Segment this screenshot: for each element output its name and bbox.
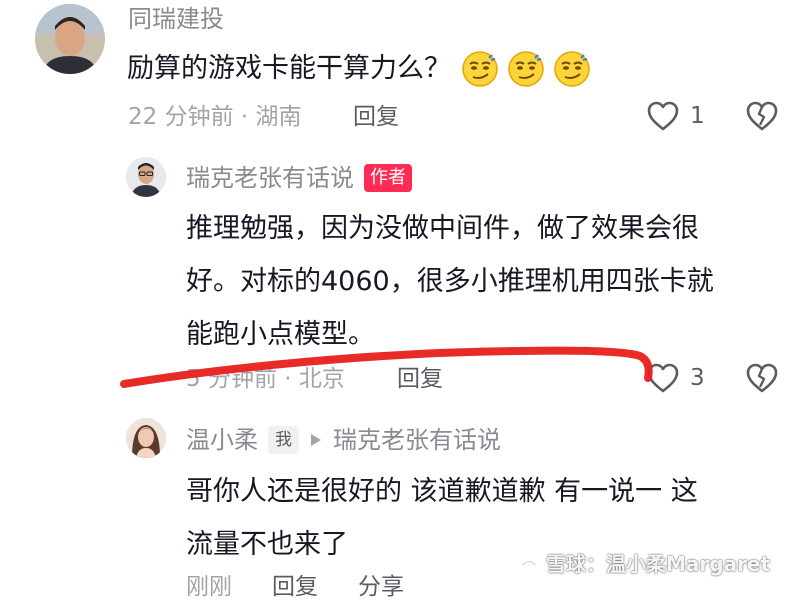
reply1-like-button[interactable]: 3 bbox=[646, 362, 705, 394]
reply2-reply-button[interactable]: 回复 bbox=[272, 576, 318, 599]
reply1-text-line: 好。对标的4060，很多小推理机用四张卡就 bbox=[186, 266, 714, 297]
reply1-meta: 5 分钟前 · 北京 bbox=[186, 366, 345, 392]
comment1-avatar[interactable] bbox=[35, 4, 105, 74]
reply-arrow-icon bbox=[311, 434, 321, 446]
broken-heart-icon bbox=[746, 101, 778, 131]
comment1-text-content: 励算的游戏卡能干算力么？ bbox=[127, 53, 451, 84]
broken-heart-icon bbox=[746, 363, 778, 393]
snowball-logo-icon bbox=[518, 553, 540, 575]
reply1-dislike-button[interactable] bbox=[745, 362, 779, 398]
reply1-avatar[interactable] bbox=[126, 157, 166, 197]
heart-icon bbox=[647, 363, 679, 393]
reply2-header: 温小柔 我 瑞克老张有话说 bbox=[186, 426, 501, 454]
smirk-face-icon bbox=[554, 50, 590, 87]
emoji-group bbox=[461, 50, 591, 88]
reply2-target-username[interactable]: 瑞克老张有话说 bbox=[333, 428, 501, 452]
comment1-reply-button[interactable]: 回复 bbox=[353, 106, 399, 129]
reply2-meta-row: 刚刚 回复 分享 bbox=[186, 576, 404, 599]
reply2-avatar[interactable] bbox=[126, 418, 166, 458]
reply2-text-line: 哥你人还是很好的 该道歉道歉 有一说一 这 bbox=[186, 476, 698, 507]
me-badge: 我 bbox=[268, 426, 299, 454]
smirk-face-icon bbox=[462, 50, 498, 87]
person-avatar-icon bbox=[126, 418, 166, 458]
reply1-text-line: 能跑小点模型。 bbox=[186, 319, 375, 350]
reply2-share-button[interactable]: 分享 bbox=[358, 576, 404, 599]
heart-icon bbox=[647, 101, 679, 131]
comment1-dislike-button[interactable] bbox=[745, 100, 779, 136]
comment1-username[interactable]: 同瑞建投 bbox=[128, 7, 224, 31]
reply1-like-count: 3 bbox=[690, 364, 705, 391]
person-avatar-icon bbox=[126, 157, 166, 197]
person-avatar-icon bbox=[35, 4, 105, 74]
comment1-like-count: 1 bbox=[690, 102, 705, 129]
reply1-username[interactable]: 瑞克老张有话说 bbox=[186, 166, 354, 190]
reply1-text: 推理勉强，因为没做中间件，做了效果会很 好。对标的4060，很多小推理机用四张卡… bbox=[186, 202, 786, 361]
reply1-header: 瑞克老张有话说 作者 bbox=[186, 164, 412, 192]
comment1-meta: 22 分钟前 · 湖南 bbox=[128, 104, 302, 130]
reply1-text-line: 推理勉强，因为没做中间件，做了效果会很 bbox=[186, 213, 699, 244]
smirk-face-icon bbox=[508, 50, 544, 87]
watermark: 雪球：温小柔Margaret bbox=[518, 553, 770, 575]
reply2-username[interactable]: 温小柔 bbox=[186, 428, 258, 452]
reply2-meta: 刚刚 bbox=[186, 574, 232, 600]
watermark-text: 雪球：温小柔Margaret bbox=[546, 552, 771, 576]
author-badge: 作者 bbox=[364, 164, 412, 192]
comment1-text: 励算的游戏卡能干算力么？ bbox=[127, 42, 591, 95]
comment1-like-button[interactable]: 1 bbox=[646, 100, 705, 132]
reply1-reply-button[interactable]: 回复 bbox=[397, 368, 443, 391]
